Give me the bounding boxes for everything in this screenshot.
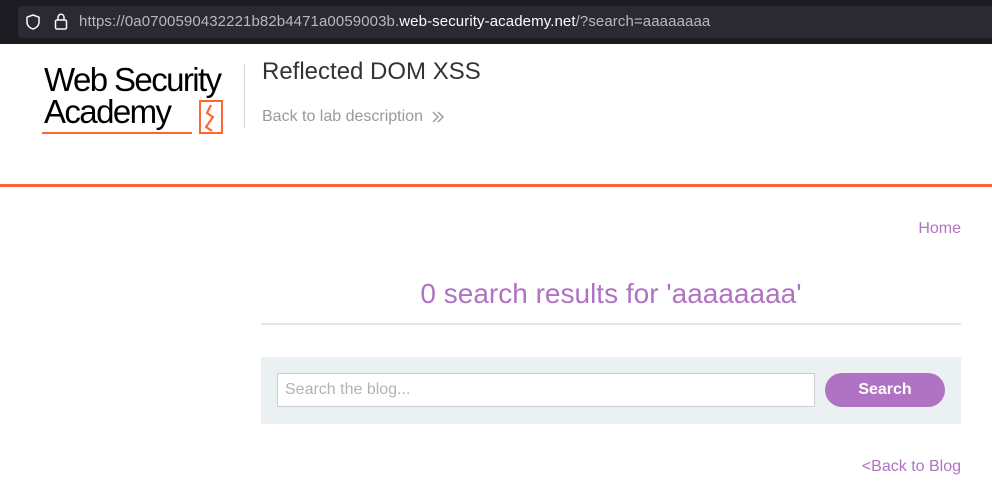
header-divider: [244, 64, 245, 128]
site-header: Web Security Academy Reflected DOM XSS B…: [0, 44, 992, 186]
shield-icon[interactable]: [26, 14, 40, 30]
url-text[interactable]: https://0a0700590432221b82b4471a0059003b…: [79, 13, 710, 31]
academy-logo-mark: [199, 100, 223, 134]
search-input[interactable]: [277, 373, 815, 407]
lab-title: Reflected DOM XSS: [262, 58, 481, 85]
back-to-lab-link[interactable]: Back to lab description: [262, 107, 423, 127]
home-link[interactable]: Home: [918, 219, 961, 239]
header-rule: [0, 184, 992, 187]
academy-logo[interactable]: Web Security Academy: [42, 61, 247, 137]
back-to-blog-link[interactable]: <Back to Blog: [862, 457, 961, 477]
search-form: Search: [261, 357, 961, 424]
search-button[interactable]: Search: [825, 373, 945, 407]
search-results-heading: 0 search results for 'aaaaaaaa': [420, 278, 802, 309]
logo-underline: [42, 132, 192, 134]
logo-text-line2: Academy: [44, 93, 172, 130]
chevron-right-double-icon[interactable]: [431, 110, 445, 124]
results-divider: [261, 323, 961, 325]
browser-toolbar: https://0a0700590432221b82b4471a0059003b…: [0, 0, 992, 44]
logo-text-line1: Web Security: [44, 61, 222, 98]
lock-icon[interactable]: [54, 13, 68, 30]
